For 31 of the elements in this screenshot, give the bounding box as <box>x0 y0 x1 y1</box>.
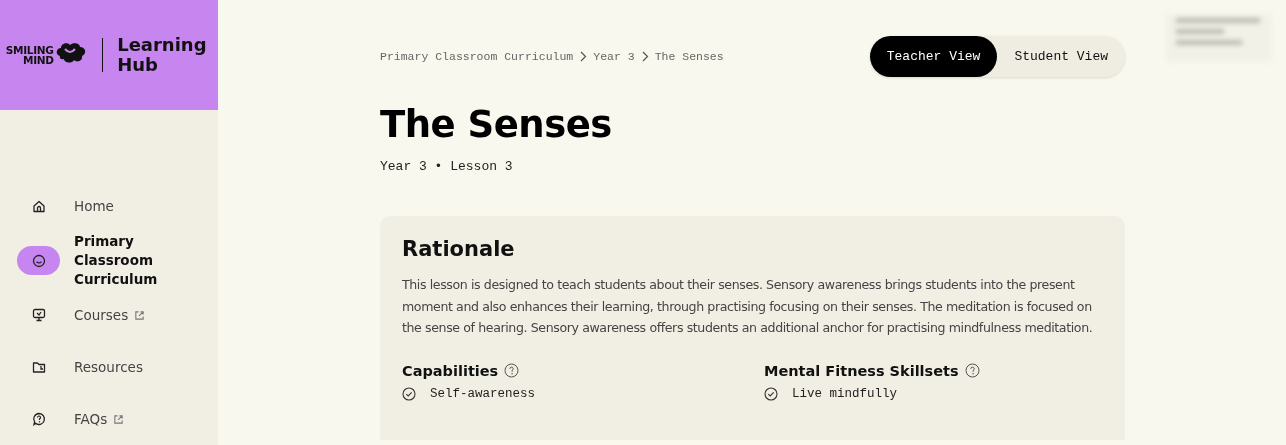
list-item-text: Self-awareness <box>430 386 536 401</box>
check-circle-icon <box>764 386 778 401</box>
lesson-subtitle: Year 3 • Lesson 3 <box>380 159 514 174</box>
breadcrumb-link[interactable]: The Senses <box>654 50 724 63</box>
breadcrumb-link[interactable]: Primary Classroom Curriculum <box>380 50 574 63</box>
list-item-text: Live mindfully <box>792 386 898 401</box>
nav-item[interactable]: Primary Classroom Curriculum <box>0 232 218 289</box>
help-icon <box>30 411 47 427</box>
app-title: Learning Hub <box>117 35 208 75</box>
rationale-paragraph: This lesson is designed to teach students about their senses. Sensory awareness brings students into the present moment and also enhances their learning, through practising focusing on their senses. The meditation is focused on the sense of hearing. Sensory awareness offers students an additional anchor for practising mindfulness meditation. <box>402 276 1094 337</box>
nav-item[interactable]: Home <box>0 180 218 232</box>
nav-item[interactable]: Resources <box>0 341 218 393</box>
section-heading: Capabilities <box>402 362 499 379</box>
home-icon <box>30 198 47 214</box>
smiley-icon <box>30 252 47 269</box>
card-heading: Rationale <box>402 236 516 263</box>
help-icon[interactable] <box>964 363 980 378</box>
chevron-icon <box>579 51 588 62</box>
nav-item[interactable]: FAQs <box>0 393 218 445</box>
folder-icon <box>30 359 47 375</box>
section-heading: Mental Fitness Skillsets <box>764 362 959 379</box>
view-toggle-option[interactable]: Student View <box>997 36 1125 77</box>
view-toggle-option[interactable]: Teacher View <box>869 36 998 77</box>
check-circle-icon <box>402 386 416 401</box>
page-title: The Senses <box>380 103 613 147</box>
brand-wordmark: SMILING MIND <box>5 45 54 65</box>
breadcrumb-link[interactable]: Year 3 <box>593 50 635 63</box>
nav-item[interactable]: Courses <box>0 289 218 341</box>
help-icon[interactable] <box>504 363 520 378</box>
chevron-icon <box>640 51 649 62</box>
monitor-icon <box>30 307 47 323</box>
